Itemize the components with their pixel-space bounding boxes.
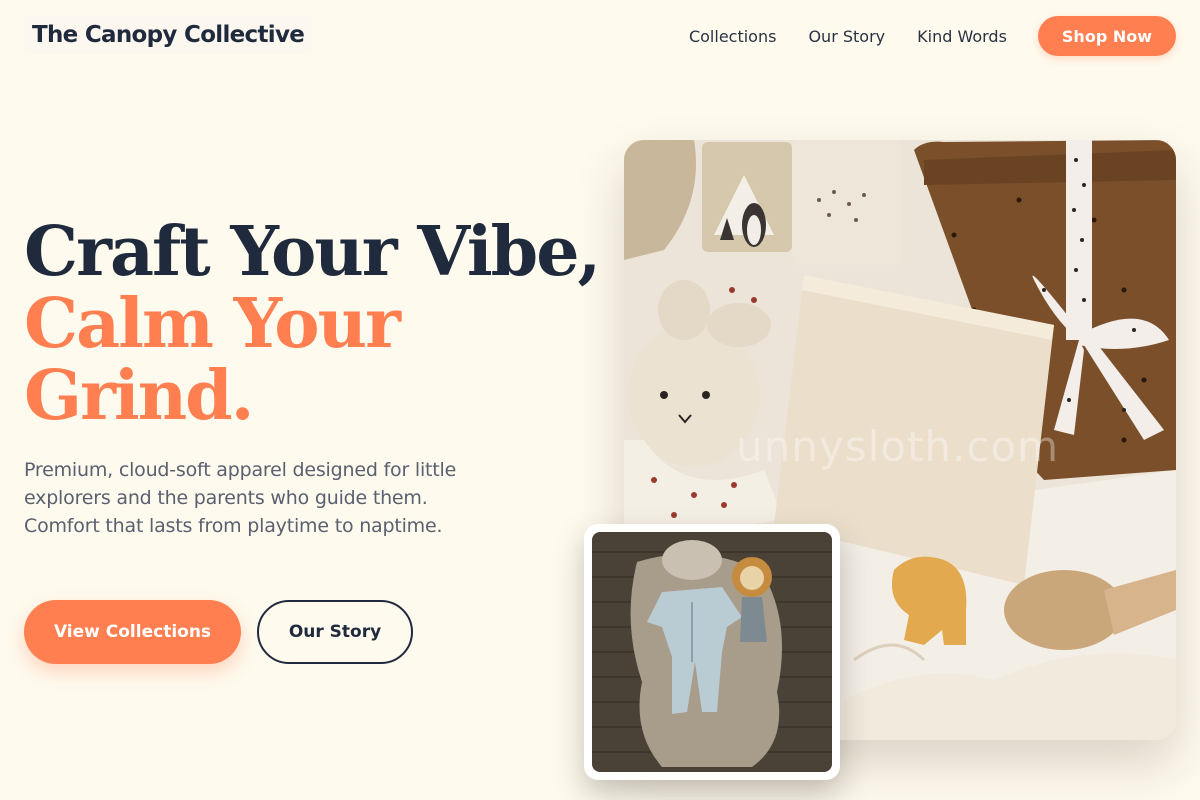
nav-link-collections[interactable]: Collections <box>689 27 776 46</box>
nav-link-our-story[interactable]: Our Story <box>808 27 885 46</box>
our-story-button[interactable]: Our Story <box>257 600 413 664</box>
hero-description: Premium, cloud-soft apparel designed for… <box>24 459 457 537</box>
shop-now-button[interactable]: Shop Now <box>1037 16 1176 56</box>
headline-accent-line-1: Calm Your <box>24 284 401 364</box>
inset-image-frame <box>592 532 832 772</box>
image-watermark: unnysloth.com <box>736 422 1060 471</box>
main-nav: Collections Our Story Kind Words Shop No… <box>689 16 1176 56</box>
hero-headline: Craft Your Vibe, Calm Your Grind. <box>24 212 601 436</box>
brand-logo[interactable]: The Canopy Collective <box>24 16 313 54</box>
inset-image-illustration <box>592 532 832 772</box>
hero-cta-group: View Collections Our Story <box>24 600 413 664</box>
nav-link-kind-words[interactable]: Kind Words <box>917 27 1007 46</box>
headline-line-1: Craft Your Vibe, <box>24 212 601 292</box>
headline-accent-line-2: Grind. <box>24 356 254 436</box>
view-collections-button[interactable]: View Collections <box>24 600 241 664</box>
inset-product-image <box>584 524 840 780</box>
